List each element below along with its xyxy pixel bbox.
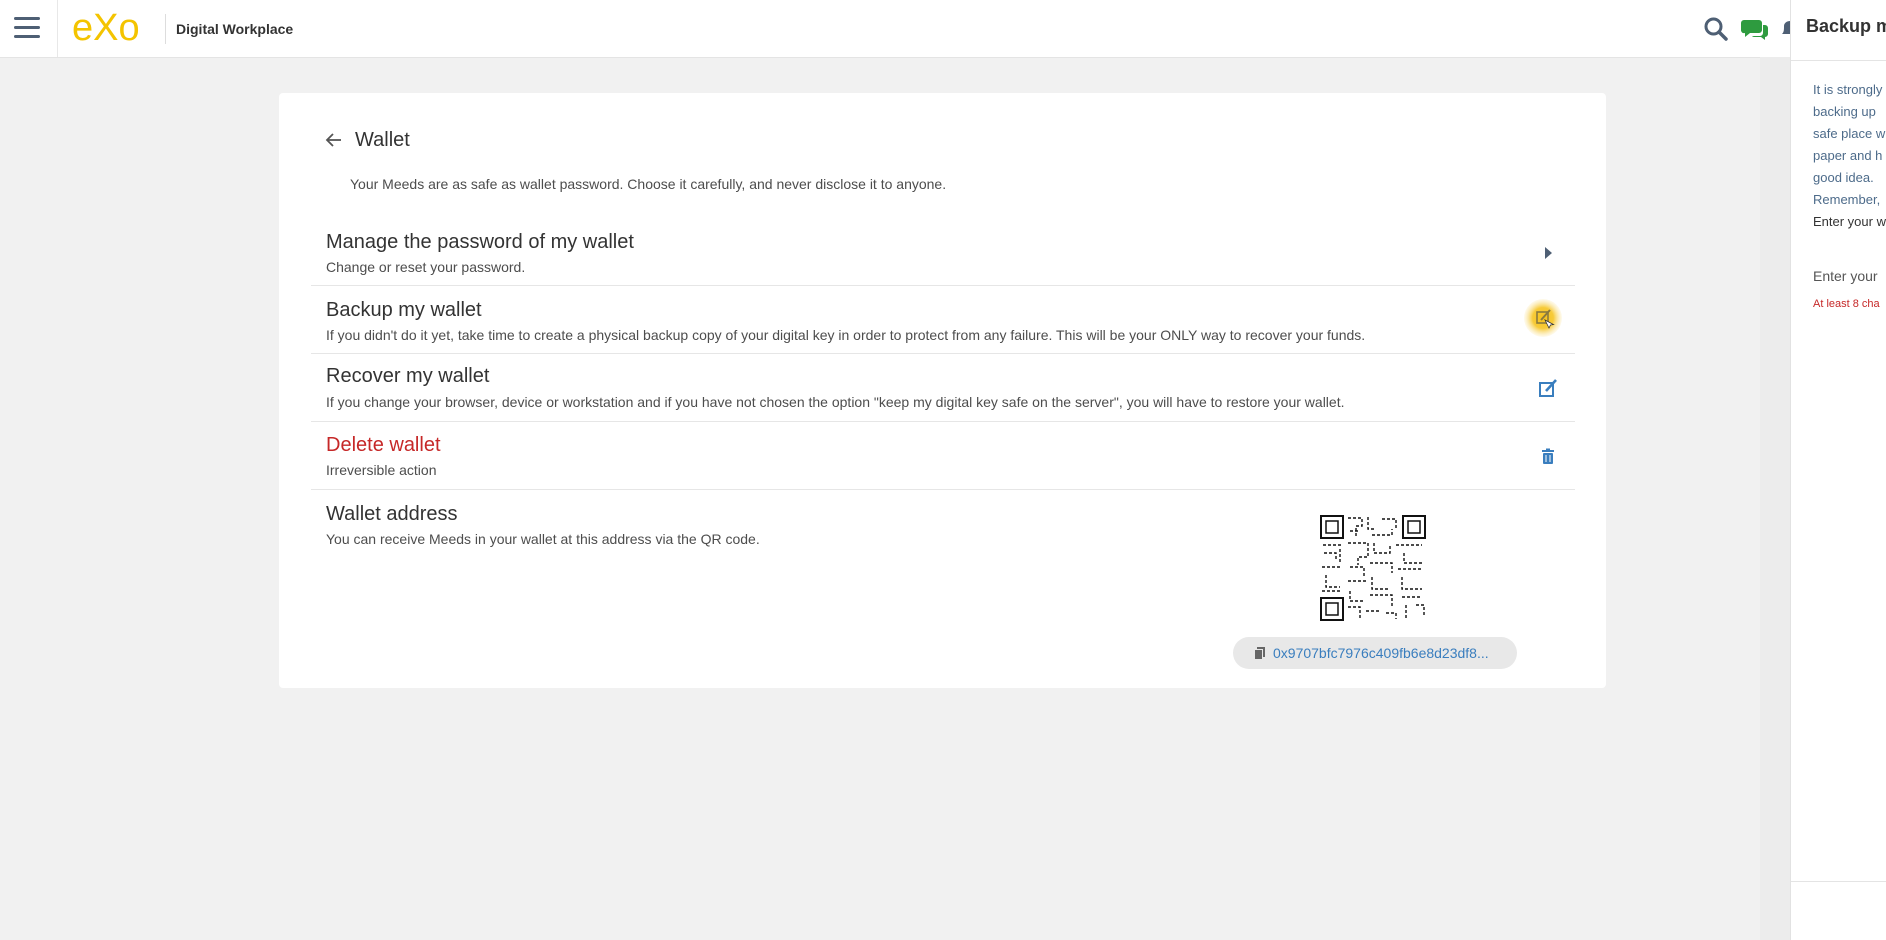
edit-icon[interactable] <box>1523 298 1563 338</box>
item-description: If you change your browser, device or wo… <box>326 394 1345 410</box>
drawer-line: Remember, <box>1813 192 1881 207</box>
site-name[interactable]: Digital Workplace <box>176 21 293 37</box>
password-input[interactable]: Enter your <box>1813 268 1878 284</box>
item-description: You can receive Meeds in your wallet at … <box>326 531 760 547</box>
divider <box>57 0 58 57</box>
menu-icon[interactable] <box>14 17 40 39</box>
svg-text:eXo: eXo <box>72 8 140 48</box>
drawer-title: Backup m <box>1806 16 1886 36</box>
drawer-description: It is strongly backing up safe place w p… <box>1813 79 1886 233</box>
item-title: Recover my wallet <box>326 365 490 387</box>
page-subtitle: Your Meeds are as safe as wallet passwor… <box>350 176 947 192</box>
item-title: Backup my wallet <box>326 299 482 321</box>
backup-wallet-item[interactable]: Backup my wallet If you didn't do it yet… <box>311 285 1575 354</box>
item-title: Delete wallet <box>326 434 441 456</box>
page-title: Wallet <box>355 129 410 151</box>
wallet-address-text[interactable]: 0x9707bfc7976c409fb6e8d23df8... <box>1273 645 1489 661</box>
drawer-line: good idea. <box>1813 170 1874 185</box>
delete-wallet-item[interactable]: Delete wallet Irreversible action <box>311 421 1575 490</box>
qr-code <box>1320 515 1426 621</box>
manage-password-item[interactable]: Manage the password of my wallet Change … <box>311 217 1575 286</box>
item-description: If you didn't do it yet, take time to cr… <box>326 327 1366 343</box>
top-bar: eXo Digital Workplace <box>0 0 1790 58</box>
password-error: At least 8 cha <box>1813 298 1880 310</box>
drawer-prompt: Enter your w <box>1813 214 1886 229</box>
divider <box>1791 881 1886 882</box>
chat-icon[interactable] <box>1741 16 1769 42</box>
divider <box>165 14 166 44</box>
drawer-line: backing up <box>1813 104 1876 119</box>
backup-drawer: Backup m It is strongly backing up safe … <box>1790 0 1886 940</box>
item-description: Change or reset your password. <box>326 259 526 275</box>
trash-icon[interactable] <box>1535 444 1561 470</box>
item-title: Manage the password of my wallet <box>326 231 634 253</box>
item-title: Wallet address <box>326 503 458 525</box>
drawer-line: safe place w <box>1813 126 1886 141</box>
item-description: Irreversible action <box>326 462 437 478</box>
wallet-address-chip[interactable]: 0x9707bfc7976c409fb6e8d23df8... <box>1233 637 1517 669</box>
drawer-line: paper and h <box>1813 148 1883 163</box>
copy-icon[interactable] <box>1253 646 1267 660</box>
drawer-line: It is strongly <box>1813 82 1883 97</box>
chevron-right-icon[interactable] <box>1535 240 1561 266</box>
company-logo[interactable]: eXo <box>72 8 158 48</box>
divider <box>1791 60 1886 61</box>
wallet-settings-card: Wallet Your Meeds are as safe as wallet … <box>279 93 1606 688</box>
scrollbar[interactable] <box>1760 57 1790 940</box>
recover-wallet-item[interactable]: Recover my wallet If you change your bro… <box>311 353 1575 422</box>
search-icon[interactable] <box>1703 16 1729 42</box>
edit-icon[interactable] <box>1535 375 1561 401</box>
back-arrow-icon[interactable] <box>324 130 344 150</box>
